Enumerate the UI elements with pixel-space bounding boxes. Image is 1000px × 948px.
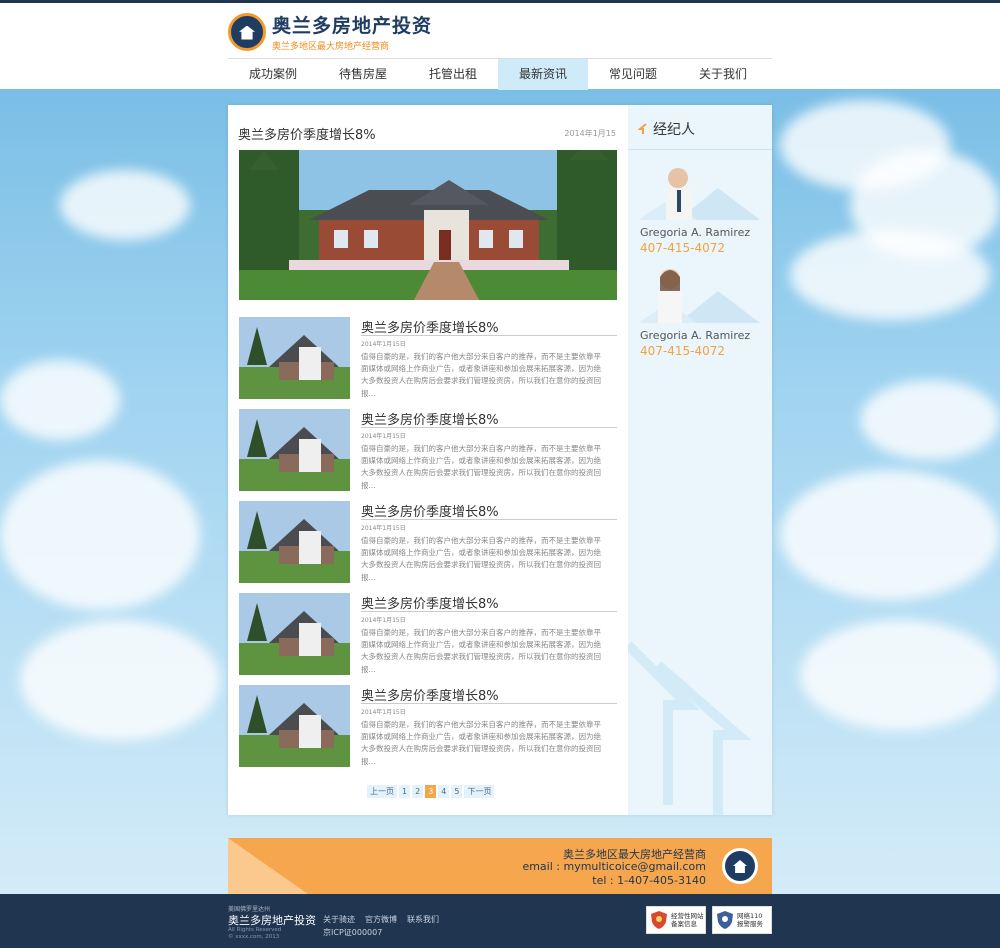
news-title[interactable]: 奥兰多房价季度增长8% (361, 409, 499, 428)
sidebar-heading-text: 经纪人 (653, 122, 695, 138)
content-panel: 奥兰多房价季度增长8% 2014年1月15 奥兰多房价季度增长8% 2014年1… (228, 105, 772, 815)
news-summary: 值得自豪的是，我们的客户他大部分来自客户的推荐，而不是主要依靠平面媒体或网络上作… (361, 536, 601, 582)
news-thumbnail[interactable] (239, 409, 350, 491)
badge-police[interactable]: 网络110 报警服务 (712, 906, 772, 934)
pagination: 上一页 1 2 3 4 5 下一页 (367, 785, 495, 798)
divider (361, 335, 617, 336)
agent-sidebar: 经纪人 Gregoria A. Ramirez 407-415-4072 Gre… (628, 105, 772, 815)
footer-link-contact[interactable]: 联系我们 (407, 914, 439, 925)
list-item[interactable]: 奥兰多房价季度增长8% 2014年1月15日 值得自豪的是，我们的客户他大部分来… (239, 593, 617, 675)
house-outline-decoration (628, 641, 752, 815)
rights-text: All Rights Reserved (228, 927, 282, 933)
page-3-button[interactable]: 3 (425, 785, 437, 798)
site-header: 奥兰多房地产投资 奥兰多地区最大房地产经营商 成功案例 待售房屋 托管出租 最新… (0, 3, 1000, 90)
article-title[interactable]: 奥兰多房价季度增长8% (238, 124, 376, 143)
news-title[interactable]: 奥兰多房价季度增长8% (361, 317, 499, 336)
news-thumbnail[interactable] (239, 593, 350, 675)
sidebar-heading: 经纪人 (638, 119, 695, 139)
badge-line: 经营性网站 (671, 912, 704, 920)
agent-phone: 407-415-4072 (640, 241, 726, 255)
news-title[interactable]: 奥兰多房价季度增长8% (361, 501, 499, 520)
shield-icon (651, 911, 667, 929)
divider (628, 149, 772, 150)
news-thumbnail[interactable] (239, 317, 350, 399)
icp-license: 京ICP证000007 (323, 928, 383, 937)
page-4-button[interactable]: 4 (438, 785, 450, 798)
brand-subtitle: 奥兰多地区最大房地产经营商 (272, 42, 390, 52)
nav-item-news[interactable]: 最新资讯 (498, 59, 588, 90)
news-summary: 值得自豪的是，我们的客户他大部分来自客户的推荐，而不是主要依靠平面媒体或网络上作… (361, 444, 601, 490)
divider (361, 703, 617, 704)
police-shield-icon (717, 911, 733, 929)
site-footer: 美国佛罗里达州 奥兰多房地产投资 All Rights Reserved © x… (0, 894, 1000, 948)
nav-item-faq[interactable]: 常见问题 (588, 59, 678, 90)
news-date: 2014年1月15日 (361, 433, 406, 440)
main-nav: 成功案例 待售房屋 托管出租 最新资讯 常见问题 关于我们 (228, 58, 772, 90)
news-thumbnail[interactable] (239, 685, 350, 767)
page-5-button[interactable]: 5 (451, 785, 463, 798)
copyright-text: © xxxx.com, 2013 (228, 934, 280, 940)
news-title[interactable]: 奥兰多房价季度增长8% (361, 685, 499, 704)
brand-title: 奥兰多房地产投资 (272, 15, 433, 37)
badge-line: 报警服务 (737, 920, 763, 928)
news-summary: 值得自豪的是，我们的客户他大部分来自客户的推荐，而不是主要依靠平面媒体或网络上作… (361, 720, 601, 766)
agent-name: Gregoria A. Ramirez (640, 329, 751, 342)
logo-house-icon (228, 12, 266, 51)
footer-link-weibo[interactable]: 官方微博 (365, 914, 397, 925)
hero-house-image[interactable] (239, 150, 617, 300)
news-thumbnail[interactable] (239, 501, 350, 583)
agent-card[interactable]: Gregoria A. Ramirez 407-415-4072 (628, 263, 772, 363)
next-page-button[interactable]: 下一页 (464, 785, 495, 798)
contact-email[interactable]: email : mymulticoice@gmail.com (522, 860, 706, 873)
footer-copyright: All Rights Reserved © xxxx.com, 2013 (228, 927, 281, 941)
news-date: 2014年1月15日 (361, 341, 406, 348)
agent-photo[interactable] (638, 160, 760, 220)
news-date: 2014年1月15日 (361, 525, 406, 532)
list-item[interactable]: 奥兰多房价季度增长8% 2014年1月15日 值得自豪的是，我们的客户他大部分来… (239, 409, 617, 491)
band-decoration (228, 838, 308, 894)
nav-item-about[interactable]: 关于我们 (678, 59, 768, 90)
divider (361, 519, 617, 520)
nav-item-rental[interactable]: 托管出租 (408, 59, 498, 90)
news-summary: 值得自豪的是，我们的客户他大部分来自客户的推荐，而不是主要依靠平面媒体或网络上作… (361, 628, 601, 674)
agent-photo[interactable] (638, 263, 760, 323)
contact-band: 奥兰多地区最大房地产经营商 email : mymulticoice@gmail… (228, 838, 772, 894)
news-date: 2014年1月15日 (361, 617, 406, 624)
divider (361, 611, 617, 612)
agent-name: Gregoria A. Ramirez (640, 226, 751, 239)
badge-business-record[interactable]: 经营性网站 备案信息 (646, 906, 706, 934)
news-summary: 值得自豪的是，我们的客户他大部分来自客户的推荐，而不是主要依靠平面媒体或网络上作… (361, 352, 601, 398)
badge-line: 备案信息 (671, 920, 697, 928)
agent-card[interactable]: Gregoria A. Ramirez 407-415-4072 (628, 160, 772, 260)
site-logo[interactable]: 奥兰多房地产投资 奥兰多地区最大房地产经营商 (228, 11, 432, 52)
prev-page-button[interactable]: 上一页 (367, 785, 397, 798)
footer-brand: 奥兰多房地产投资 (228, 914, 316, 927)
list-item[interactable]: 奥兰多房价季度增长8% 2014年1月15日 值得自豪的是，我们的客户他大部分来… (239, 501, 617, 583)
news-main: 奥兰多房价季度增长8% 2014年1月15 奥兰多房价季度增长8% 2014年1… (228, 105, 628, 815)
page-2-button[interactable]: 2 (412, 785, 424, 798)
nav-item-for-sale[interactable]: 待售房屋 (318, 59, 408, 90)
list-item[interactable]: 奥兰多房价季度增长8% 2014年1月15日 值得自豪的是，我们的客户他大部分来… (239, 317, 617, 399)
list-item[interactable]: 奥兰多房价季度增长8% 2014年1月15日 值得自豪的是，我们的客户他大部分来… (239, 685, 617, 767)
news-date: 2014年1月15日 (361, 709, 406, 716)
agent-phone: 407-415-4072 (640, 344, 726, 358)
article-date: 2014年1月15 (564, 129, 616, 138)
divider (361, 427, 617, 428)
badge-line: 网络110 (737, 912, 763, 920)
brokers-icon (638, 123, 647, 134)
news-title[interactable]: 奥兰多房价季度增长8% (361, 593, 499, 612)
nav-item-cases[interactable]: 成功案例 (228, 59, 318, 90)
footer-links: 关于骑迹 官方微博 联系我们 (323, 914, 439, 925)
page-1-button[interactable]: 1 (399, 785, 411, 798)
footer-link-about[interactable]: 关于骑迹 (323, 914, 355, 925)
contact-phone: tel : 1-407-405-3140 (592, 874, 706, 887)
footer-logo-icon (722, 848, 758, 884)
